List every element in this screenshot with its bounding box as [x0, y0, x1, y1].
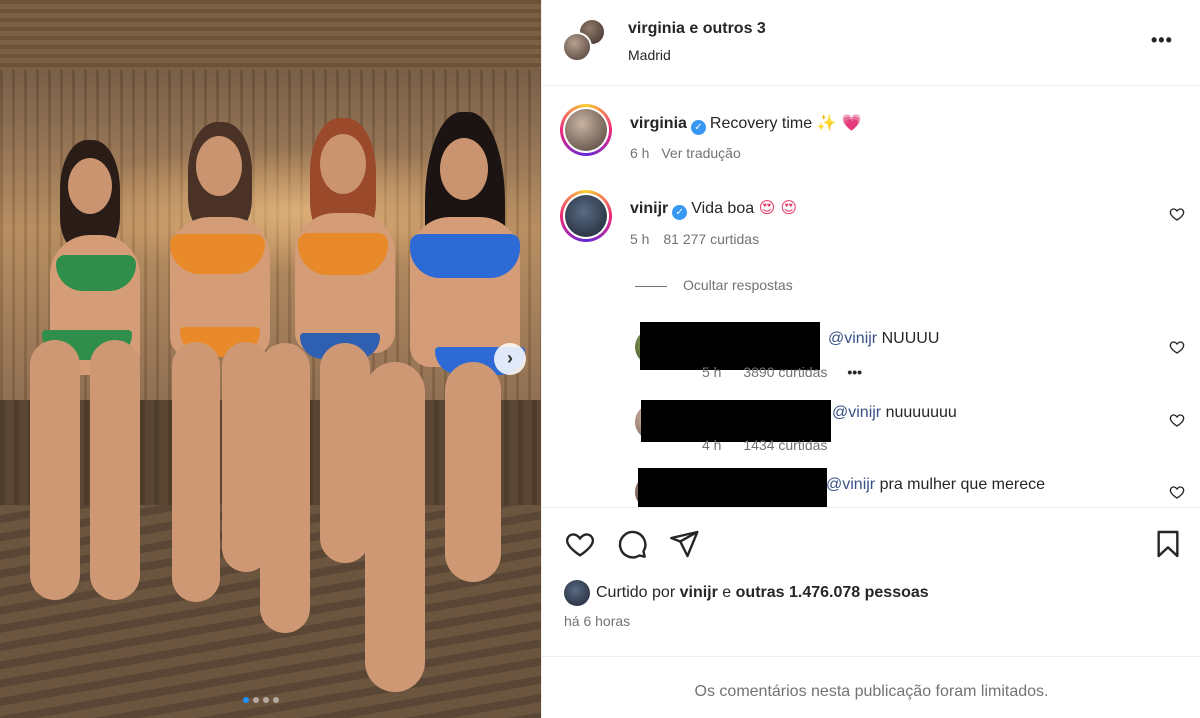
post-header: virginia e outros 3 Madrid •••: [542, 0, 1200, 86]
verified-badge-icon: ✓: [672, 205, 688, 220]
comment-text: Vida boa: [691, 200, 755, 217]
post-timestamp[interactable]: há 6 horas: [564, 613, 630, 629]
caption-emojis: ✨ 💗: [816, 113, 862, 132]
reply-like-heart-icon[interactable]: [1169, 412, 1185, 428]
comments-limited-notice: Os comentários nesta publicação foram li…: [694, 683, 1049, 700]
carousel-indicator: [243, 697, 279, 703]
actions-bar: Curtido por vinijr e outras 1.476.078 pe…: [542, 507, 1200, 718]
caption-username[interactable]: virginia: [630, 115, 687, 132]
send-icon[interactable]: [668, 528, 700, 560]
person-1: [20, 140, 160, 700]
verified-badge-icon: ✓: [690, 120, 706, 135]
carousel-dot: [253, 697, 259, 703]
comment-emojis: 😍 😍: [758, 198, 798, 217]
reply-mention[interactable]: @vinijr: [828, 330, 877, 347]
reply-time[interactable]: 4 h: [702, 437, 721, 453]
reply-like-heart-icon[interactable]: [1169, 339, 1185, 355]
reply-mention[interactable]: @vinijr: [832, 404, 881, 421]
redacted-username: [638, 468, 827, 508]
header-collaborators[interactable]: e outros 3: [689, 20, 765, 37]
comments-limited-bar: Os comentários nesta publicação foram li…: [542, 656, 1200, 718]
reply-more-icon[interactable]: •••: [847, 364, 862, 380]
bookmark-icon[interactable]: [1152, 528, 1184, 560]
carousel-dot: [263, 697, 269, 703]
translate-link[interactable]: Ver tradução: [661, 145, 740, 161]
reply-text: nuuuuuuu: [885, 404, 957, 421]
heart-icon[interactable]: [564, 528, 596, 560]
person-4: [365, 112, 541, 702]
comment-username[interactable]: vinijr: [630, 200, 668, 217]
header-username[interactable]: virginia: [628, 20, 685, 37]
caption-time[interactable]: 6 h: [630, 145, 649, 161]
comment-like-heart-icon[interactable]: [1169, 206, 1185, 222]
reply-likes[interactable]: 3890 curtidas: [743, 364, 827, 380]
reply-time[interactable]: 5 h: [702, 364, 721, 380]
redacted-username: [640, 322, 820, 370]
caption-avatar[interactable]: [560, 104, 612, 156]
comment-likes[interactable]: 81 277 curtidas: [663, 231, 759, 247]
caption-text: Recovery time: [709, 115, 813, 132]
liker-avatar[interactable]: [564, 580, 590, 606]
redacted-username: [641, 400, 831, 442]
reply-text: NUUUU: [881, 330, 940, 347]
reply-mention[interactable]: @vinijr: [826, 476, 875, 493]
reply-likes[interactable]: 1434 curtidas: [743, 437, 827, 453]
comment-avatar[interactable]: [560, 190, 612, 242]
carousel-dot: [243, 697, 249, 703]
likes-summary[interactable]: Curtido por vinijr e outras 1.476.078 pe…: [596, 584, 929, 602]
replies-divider: [635, 285, 667, 287]
sauna-ceiling: [0, 0, 541, 70]
hide-replies-toggle[interactable]: Ocultar respostas: [635, 277, 793, 293]
post-side-panel: virginia e outros 3 Madrid ••• virginia ✓…: [541, 0, 1200, 718]
carousel-dot: [273, 697, 279, 703]
comment-icon[interactable]: [616, 528, 648, 560]
comment-time[interactable]: 5 h: [630, 231, 649, 247]
header-location[interactable]: Madrid: [628, 47, 671, 63]
collab-avatar-front[interactable]: [562, 32, 592, 62]
post-image[interactable]: ›: [0, 0, 541, 718]
more-horizontal-icon[interactable]: •••: [1151, 30, 1173, 51]
carousel-next-button[interactable]: ›: [494, 343, 526, 375]
reply-like-heart-icon[interactable]: [1169, 484, 1185, 500]
reply-text: pra mulher que merece: [879, 476, 1046, 493]
